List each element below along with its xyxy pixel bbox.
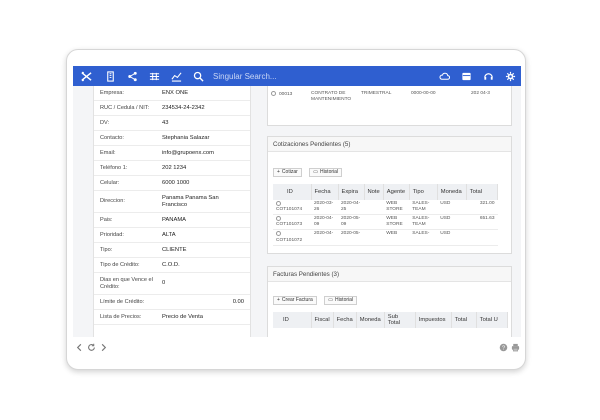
headset-icon[interactable] bbox=[477, 66, 499, 86]
panel-title: Cotizaciones Pendientes (5) bbox=[268, 137, 511, 152]
detail-row: Celular: 6000 1000 bbox=[94, 176, 250, 191]
chevron-left-icon[interactable] bbox=[73, 341, 85, 353]
quotes-table: ID Fecha Expira Note Agente Tipo Moneda … bbox=[273, 184, 499, 246]
bottom-toolbar: ? bbox=[73, 340, 521, 354]
app-screen: Singular Search... Empresa: ENX ONE RUC /… bbox=[73, 66, 521, 337]
detail-row: RUC / Cedula / NIT: 234534-24-2342 bbox=[94, 101, 250, 116]
detail-row: Prioridad: ALTA bbox=[94, 228, 250, 243]
chart-icon[interactable] bbox=[165, 66, 187, 86]
contracts-panel: 00013 CONTRATO DE MANTENIMIENTO TRIMESTR… bbox=[267, 86, 512, 126]
detail-row: Empresa: ENX ONE bbox=[94, 86, 250, 101]
create-invoice-button[interactable]: + Crear Factura bbox=[273, 295, 317, 305]
calendar-icon: ▭ bbox=[313, 169, 318, 175]
client-details-panel: Empresa: ENX ONE RUC / Cedula / NIT: 23453… bbox=[93, 86, 251, 337]
row-select-radio[interactable] bbox=[276, 201, 281, 206]
share-icon[interactable] bbox=[121, 66, 143, 86]
detail-row: Límite de Crédito: 0.00 bbox=[94, 295, 250, 310]
printer-icon[interactable] bbox=[509, 341, 521, 353]
pending-quotes-panel: Cotizaciones Pendientes (5) + Cotizar ▭ Hi… bbox=[267, 136, 512, 254]
detail-row: Direccion: Panama Panama San Francisco bbox=[94, 191, 250, 213]
detail-row: Email: info@grupoenx.com bbox=[94, 146, 250, 161]
row-select-radio[interactable] bbox=[276, 230, 281, 236]
panel-title: Facturas Pendientes (3) bbox=[268, 267, 511, 282]
gear-icon[interactable] bbox=[499, 66, 521, 86]
plus-icon: + bbox=[277, 297, 280, 303]
tablet-frame: Singular Search... Empresa: ENX ONE RUC /… bbox=[66, 49, 526, 370]
list-icon[interactable] bbox=[143, 66, 165, 86]
detail-row: Tipo: CLIENTE bbox=[94, 243, 250, 258]
search-input[interactable]: Singular Search... bbox=[213, 72, 277, 81]
detail-row: Pais: PANAMA bbox=[94, 213, 250, 228]
building-icon[interactable] bbox=[99, 66, 121, 86]
detail-row: Contacto: Stephania Salazar bbox=[94, 131, 250, 146]
table-row[interactable]: COT101072 2020-04- 2020-05- WEB SALES- U… bbox=[273, 229, 498, 246]
invoices-table: ID Fiscal Fecha Moneda Sub Total Impuest… bbox=[273, 312, 509, 328]
table-row[interactable]: 00013 CONTRATO DE MANTENIMIENTO TRIMESTR… bbox=[268, 90, 511, 103]
top-navbar: Singular Search... bbox=[73, 66, 521, 86]
detail-row: DV: 43 bbox=[94, 116, 250, 131]
app-logo-icon[interactable] bbox=[73, 66, 99, 86]
calendar-icon: ▭ bbox=[328, 297, 333, 303]
row-select-radio[interactable] bbox=[271, 91, 276, 96]
help-icon[interactable]: ? bbox=[497, 341, 509, 353]
quote-button[interactable]: + Cotizar bbox=[273, 167, 302, 177]
table-row[interactable]: COT101073 2020-04-09 2020-05-09 WEB STOR… bbox=[273, 214, 498, 230]
contracts-table: 00013 CONTRATO DE MANTENIMIENTO TRIMESTR… bbox=[268, 90, 511, 103]
plus-icon: + bbox=[277, 169, 280, 175]
detail-row: Lista de Precios: Precio de Venta bbox=[94, 310, 250, 325]
table-row[interactable]: COT101074 2020-03-26 2020-04-25 WEB STOR… bbox=[273, 200, 498, 215]
detail-row: Dias en que Vence el Crédito: 0 bbox=[94, 273, 250, 295]
search-icon[interactable] bbox=[187, 66, 209, 86]
history-button[interactable]: ▭ Historial bbox=[324, 295, 358, 305]
history-button[interactable]: ▭ Historial bbox=[309, 167, 343, 177]
pending-invoices-panel: Facturas Pendientes (3) + Crear Factura ▭… bbox=[267, 266, 512, 337]
chevron-right-icon[interactable] bbox=[97, 341, 109, 353]
refresh-icon[interactable] bbox=[85, 341, 97, 353]
detail-row: Tipo de Crédito: C.O.D. bbox=[94, 258, 250, 273]
inbox-icon[interactable] bbox=[455, 66, 477, 86]
cloud-icon[interactable] bbox=[433, 66, 455, 86]
detail-row: Teléfono 1: 202 1234 bbox=[94, 161, 250, 176]
row-select-radio[interactable] bbox=[276, 215, 281, 221]
